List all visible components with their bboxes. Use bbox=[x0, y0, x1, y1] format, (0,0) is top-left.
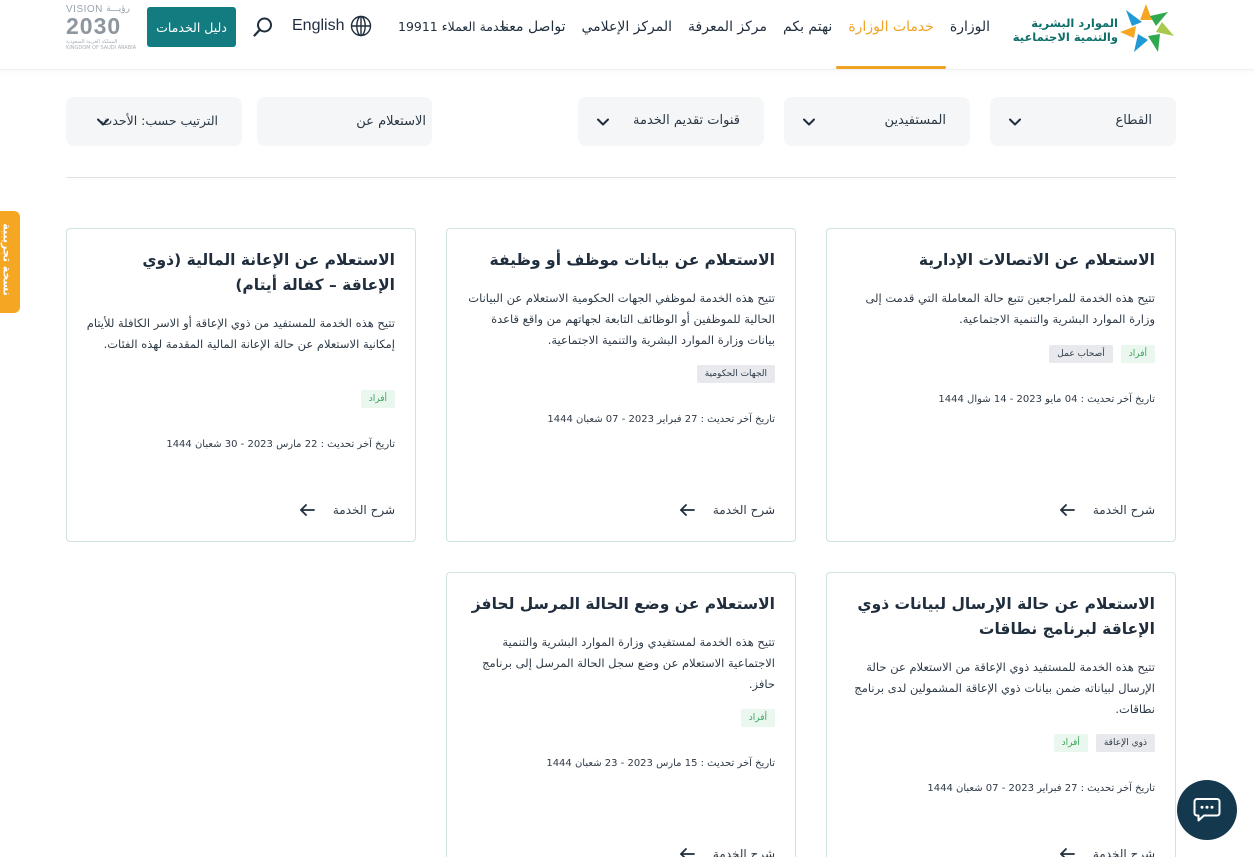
vision-year: 2030 bbox=[66, 13, 122, 39]
customer-service-number[interactable]: خدمة العملاء 19911 bbox=[398, 19, 507, 34]
card-title[interactable]: الاستعلام عن وضع الحالة المرسل لحافز bbox=[465, 592, 775, 617]
service-explanation-label: شرح الخدمة bbox=[712, 503, 775, 517]
tag-individuals: أفراد bbox=[360, 390, 395, 408]
card-description: تتيح هذه الخدمة للمستفيد من ذوي الإعاقة … bbox=[86, 316, 395, 351]
service-card[interactable]: الاستعلام عن الإعانة المالية (ذوي الإعاق… bbox=[66, 228, 416, 542]
chat-bubble-icon bbox=[1193, 798, 1221, 822]
arrow-left-icon bbox=[1059, 848, 1075, 857]
search-icon[interactable] bbox=[252, 16, 274, 38]
channels-filter-label: قنوات تقديم الخدمة bbox=[633, 113, 740, 128]
arrow-left-icon bbox=[679, 848, 695, 857]
tag-individuals: أفراد bbox=[1053, 734, 1088, 752]
main-nav: الوزارة خدمات الوزارة نهتم بكم مركز المع… bbox=[485, 0, 990, 70]
filters-divider bbox=[66, 177, 1176, 178]
tag-people-with-disabilities: ذوي الإعاقة bbox=[1095, 734, 1155, 752]
sector-filter[interactable]: القطاع bbox=[990, 97, 1176, 146]
service-explanation-link[interactable]: شرح الخدمة bbox=[1059, 847, 1155, 857]
service-explanation-link[interactable]: شرح الخدمة bbox=[679, 847, 775, 857]
logo-line-1: الموارد البشرية bbox=[1031, 16, 1118, 30]
ministry-logo[interactable]: الموارد البشرية والتنمية الاجتماعية bbox=[1006, 2, 1176, 54]
card-tags: ذوي الإعاقة أفراد bbox=[1053, 734, 1155, 752]
globe-icon bbox=[351, 15, 372, 37]
nav-item-ministry-services[interactable]: خدمات الوزارة bbox=[836, 0, 946, 70]
service-explanation-link[interactable]: شرح الخدمة bbox=[679, 503, 775, 517]
chevron-down-icon bbox=[1009, 118, 1021, 126]
vision-sub-english: KINGDOM OF SAUDI ARABIA bbox=[66, 45, 137, 51]
nav-item-contact-us[interactable]: تواصل معنا bbox=[501, 0, 566, 70]
sort-label: الترتيب حسب: الأحدث bbox=[100, 113, 218, 128]
sector-filter-label: القطاع bbox=[1115, 113, 1152, 128]
card-description: تتيح هذه الخدمة للمستفيد ذوي الإعاقة من … bbox=[854, 660, 1155, 716]
card-title[interactable]: الاستعلام عن الاتصالات الإدارية bbox=[845, 248, 1155, 273]
beneficiaries-filter[interactable]: المستفيدين bbox=[784, 97, 970, 146]
card-description: تتيح هذه الخدمة لموظفي الجهات الحكومية ا… bbox=[468, 291, 775, 347]
service-explanation-link[interactable]: شرح الخدمة bbox=[299, 503, 395, 517]
service-card[interactable]: الاستعلام عن بيانات موظف أو وظيفة تتيح ه… bbox=[446, 228, 796, 542]
chevron-down-icon bbox=[97, 118, 109, 126]
language-switcher[interactable]: English bbox=[292, 15, 372, 37]
services-guide-button[interactable]: دليل الخدمات bbox=[147, 7, 236, 47]
service-explanation-link[interactable]: شرح الخدمة bbox=[1059, 503, 1155, 517]
card-tags: أفراد bbox=[360, 390, 395, 408]
logo-line-2: والتنمية الاجتماعية bbox=[1012, 30, 1118, 44]
card-title[interactable]: الاستعلام عن بيانات موظف أو وظيفة bbox=[465, 248, 775, 273]
chat-button[interactable] bbox=[1177, 780, 1237, 840]
card-tags: الجهات الحكومية bbox=[696, 365, 775, 383]
beta-version-tab[interactable]: نسخة تجريبية bbox=[0, 211, 20, 313]
tag-individuals: أفراد bbox=[740, 709, 775, 727]
card-title[interactable]: الاستعلام عن الإعانة المالية (ذوي الإعاق… bbox=[85, 248, 395, 298]
tag-individuals: أفراد bbox=[1120, 345, 1155, 363]
chevron-down-icon bbox=[597, 118, 609, 126]
card-description: تتيح هذه الخدمة لمستفيدي وزارة الموارد ا… bbox=[482, 635, 775, 691]
tag-government-entities: الجهات الحكومية bbox=[696, 365, 775, 383]
arrow-left-icon bbox=[1059, 504, 1075, 516]
card-tags: أفراد أصحاب عمل bbox=[1049, 345, 1155, 363]
nav-item-knowledge-center[interactable]: مركز المعرفة bbox=[688, 0, 767, 70]
service-search-input[interactable] bbox=[257, 97, 432, 146]
service-card[interactable]: الاستعلام عن الاتصالات الإدارية تتيح هذه… bbox=[826, 228, 1176, 542]
nav-item-media-center[interactable]: المركز الإعلامي bbox=[581, 0, 672, 70]
beta-version-label: نسخة تجريبية bbox=[0, 223, 14, 296]
card-title[interactable]: الاستعلام عن حالة الإرسال لبيانات ذوي ال… bbox=[845, 592, 1155, 642]
arrow-left-icon bbox=[299, 504, 315, 516]
tag-employers: أصحاب عمل bbox=[1049, 345, 1113, 363]
card-last-updated: تاريخ آخر تحديث : 22 مارس 2023 - 30 شعبا… bbox=[166, 439, 395, 450]
card-last-updated: تاريخ آخر تحديث : 04 مايو 2023 - 14 شوال… bbox=[938, 394, 1155, 405]
vision-subtitle: المملكة العربية السعودية KINGDOM OF SAUD… bbox=[66, 39, 136, 51]
chevron-down-icon bbox=[803, 118, 815, 126]
card-last-updated: تاريخ آخر تحديث : 27 فبراير 2023 - 07 شع… bbox=[547, 414, 775, 425]
beneficiaries-filter-label: المستفيدين bbox=[884, 113, 946, 128]
service-card[interactable]: الاستعلام عن حالة الإرسال لبيانات ذوي ال… bbox=[826, 572, 1176, 857]
arrow-left-icon bbox=[679, 504, 695, 516]
service-explanation-label: شرح الخدمة bbox=[1092, 503, 1155, 517]
nav-item-ministry[interactable]: الوزارة bbox=[950, 0, 990, 70]
nav-item-we-care[interactable]: نهتم بكم bbox=[783, 0, 832, 70]
service-explanation-label: شرح الخدمة bbox=[332, 503, 395, 517]
card-description: تتيح هذه الخدمة للمراجعين تتبع حالة المع… bbox=[865, 291, 1155, 326]
sort-dropdown[interactable]: الترتيب حسب: الأحدث bbox=[66, 97, 242, 146]
channels-filter[interactable]: قنوات تقديم الخدمة bbox=[578, 97, 764, 146]
service-card[interactable]: الاستعلام عن وضع الحالة المرسل لحافز تتي… bbox=[446, 572, 796, 857]
service-explanation-label: شرح الخدمة bbox=[712, 847, 775, 857]
language-label: English bbox=[292, 17, 345, 34]
site-header: الموارد البشرية والتنمية الاجتماعية الوز… bbox=[0, 0, 1254, 70]
logo-text: الموارد البشرية والتنمية الاجتماعية bbox=[1013, 16, 1118, 44]
service-explanation-label: شرح الخدمة bbox=[1092, 847, 1155, 857]
ministry-logo-icon bbox=[1120, 4, 1174, 52]
card-last-updated: تاريخ آخر تحديث : 27 فبراير 2023 - 07 شع… bbox=[927, 783, 1155, 794]
vision-2030-logo[interactable]: VISION رؤيـــة 2030 المملكة العربية السع… bbox=[66, 4, 136, 51]
card-last-updated: تاريخ آخر تحديث : 15 مارس 2023 - 23 شعبا… bbox=[546, 758, 775, 769]
card-tags: أفراد bbox=[740, 709, 775, 727]
